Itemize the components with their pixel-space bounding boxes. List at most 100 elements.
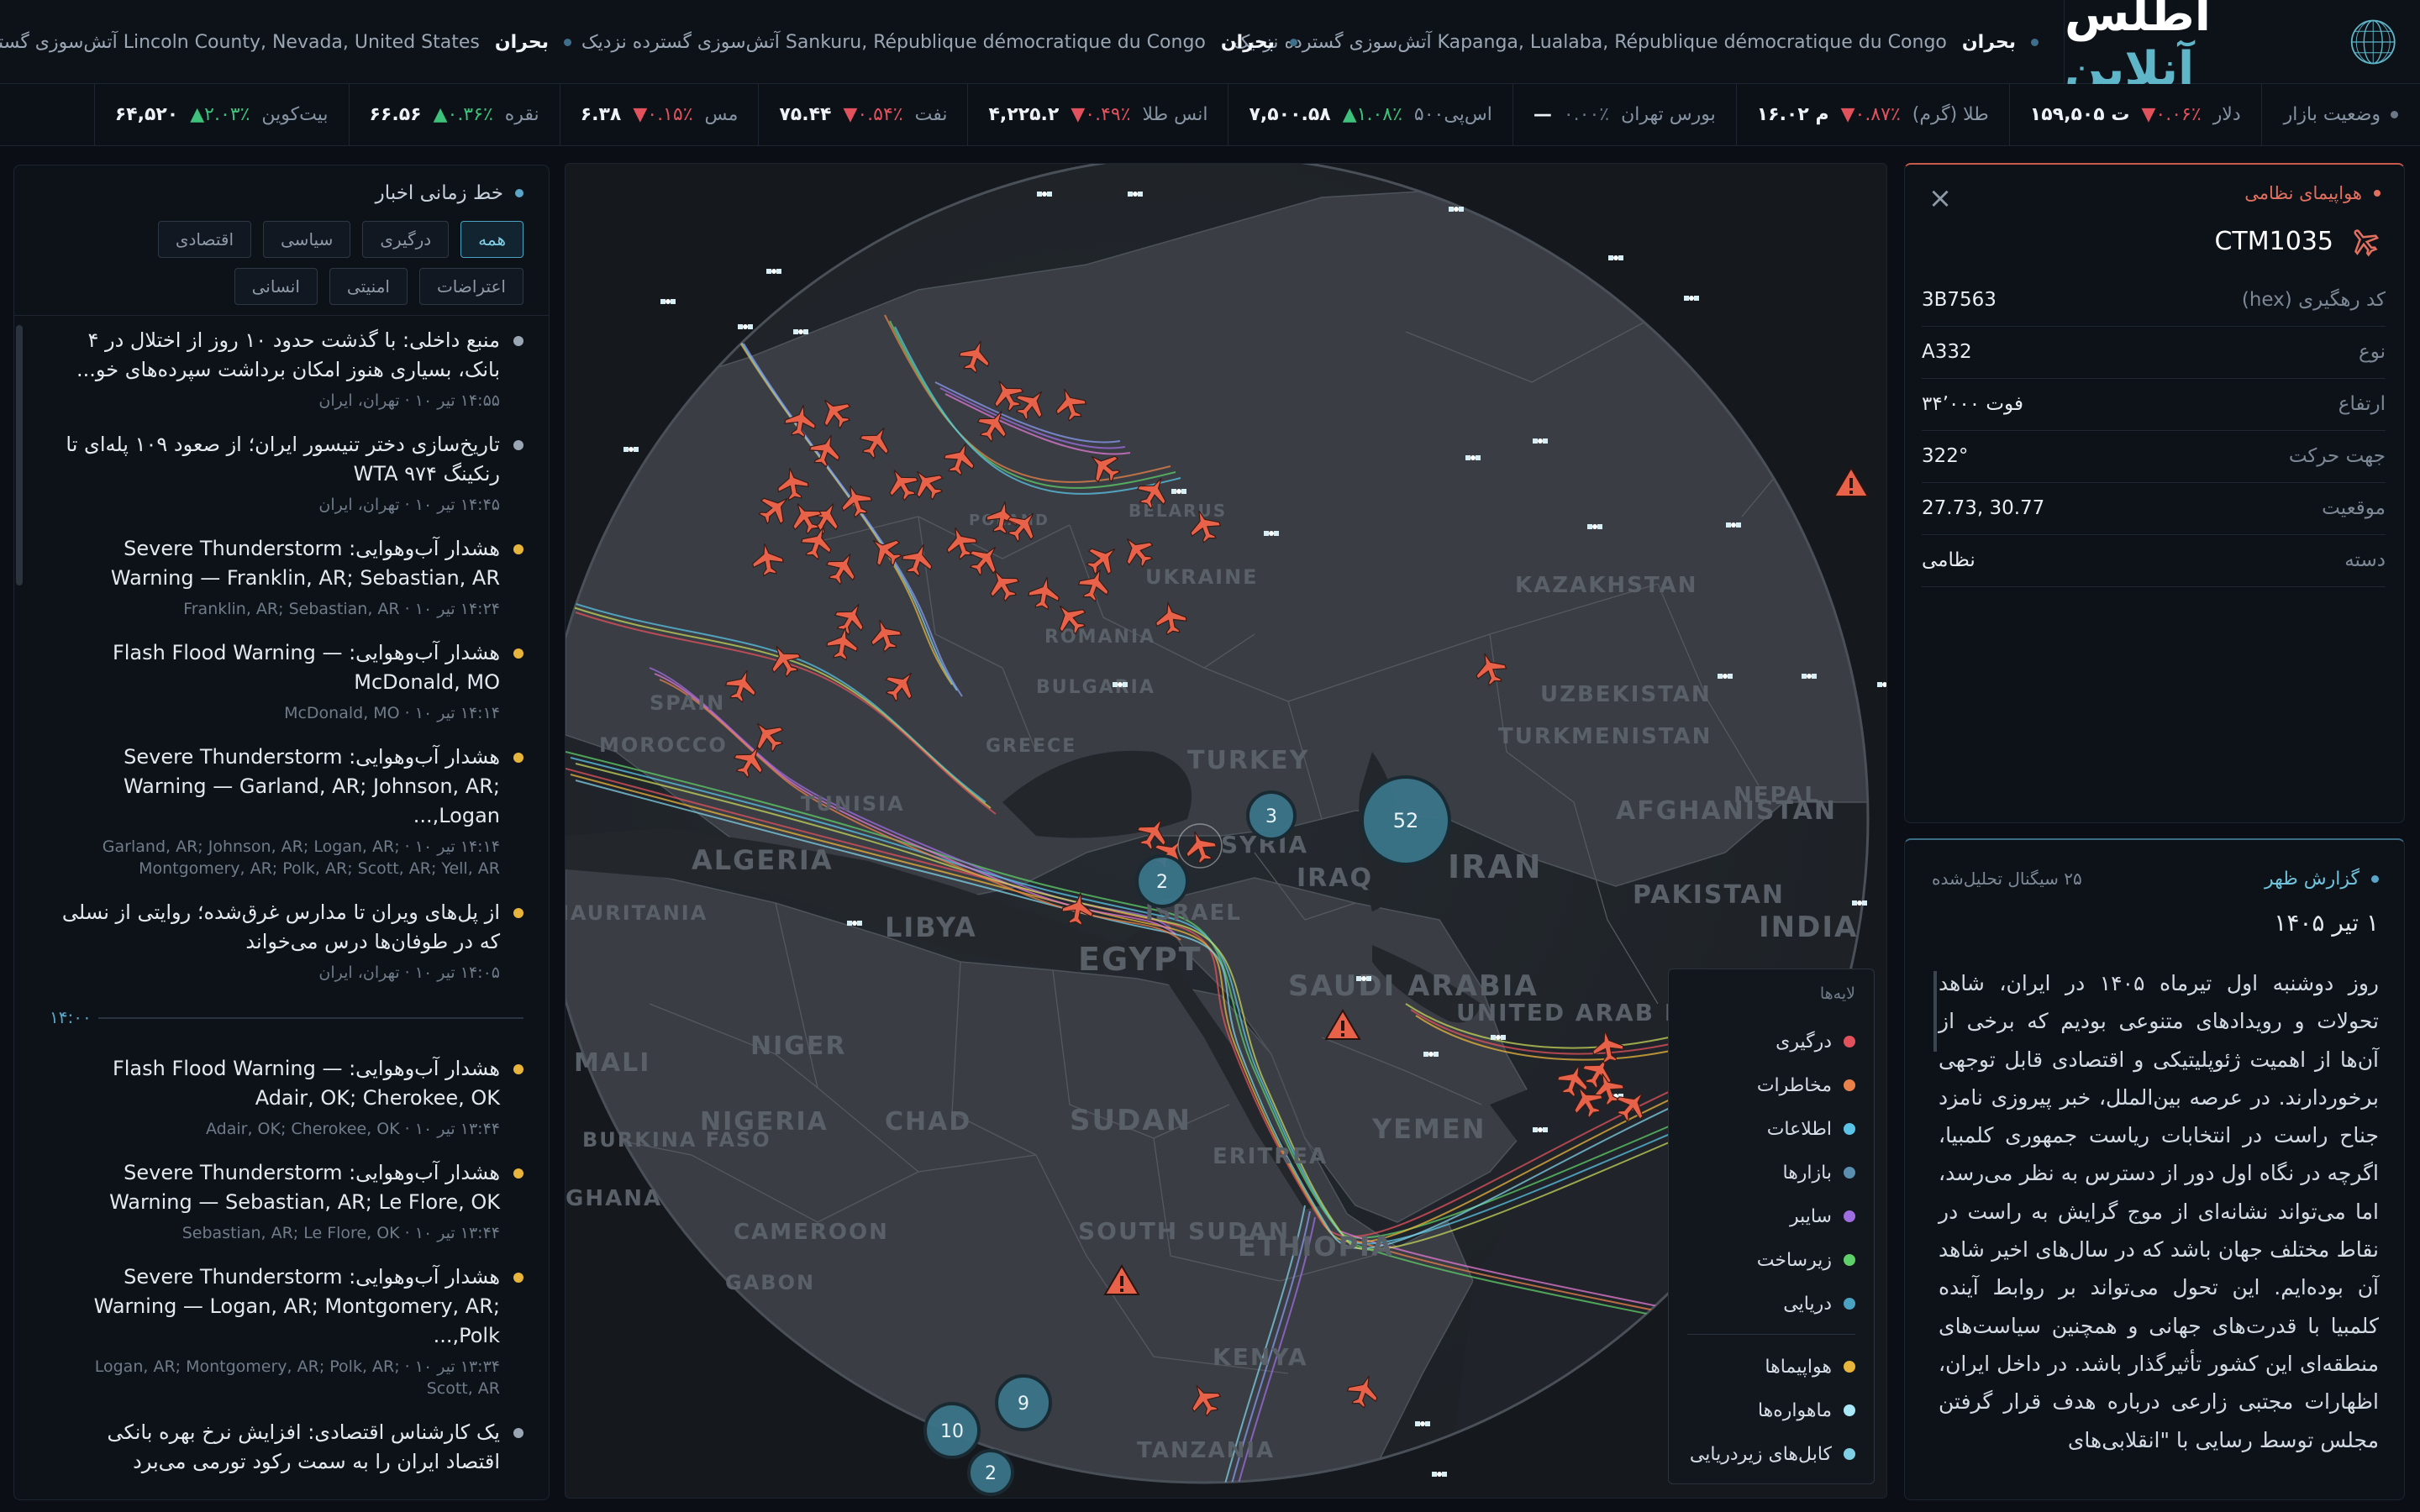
legend-item[interactable]: اطلاعات xyxy=(1687,1107,1855,1151)
detail-value: 27.73, 30.77 xyxy=(1922,482,2136,535)
event-cluster[interactable]: 52 xyxy=(1360,775,1451,866)
satellite-icon[interactable] xyxy=(1415,1421,1430,1426)
filter-button[interactable]: انسانی xyxy=(234,268,318,305)
market-item[interactable]: دلار ▼۰.۰۶٪ ۱۵۹,۵۰۵ ت xyxy=(2008,84,2261,145)
satellite-icon[interactable] xyxy=(1877,682,1887,687)
event-cluster[interactable]: 10 xyxy=(923,1402,981,1459)
satellite-icon[interactable] xyxy=(1449,207,1464,212)
market-item[interactable]: انس طلا ▼۰.۴۹٪ ۴,۲۲۵.۲ xyxy=(967,84,1228,145)
satellite-icon[interactable] xyxy=(1423,1052,1439,1057)
legend-item[interactable]: زیرساخت xyxy=(1687,1238,1855,1282)
news-item-title: هشدار آب‌وهوایی: Severe Thunderstorm War… xyxy=(123,745,500,827)
news-item[interactable]: تاریخ‌سازی دختر تنیسور ایران؛ از صعود ۱۰… xyxy=(14,420,549,524)
satellite-icon[interactable] xyxy=(1802,674,1817,679)
news-header: خط زمانی اخبار xyxy=(376,182,523,204)
filter-button[interactable]: اعتراضات xyxy=(418,268,523,305)
news-item-meta: ۱۴:۲۴ تیر ۱۰ · Franklin, AR; Sebastian, … xyxy=(183,600,500,618)
satellite-icon[interactable] xyxy=(1465,455,1481,460)
satellite-icon[interactable] xyxy=(1491,1035,1506,1040)
news-list[interactable]: منبع داخلی: با گذشت حدود ۱۰ روز از اختلا… xyxy=(14,315,549,1499)
market-item[interactable]: اس‌پی۵۰۰ ▲۱.۰۸٪ ۷,۵۰۰.۵۸ xyxy=(1228,84,1512,145)
satellite-icon[interactable] xyxy=(1533,1127,1548,1132)
event-cluster[interactable]: 2 xyxy=(967,1449,1014,1496)
legend-item[interactable]: بازارها xyxy=(1687,1151,1855,1194)
country-label: UKRAINE xyxy=(1145,565,1259,589)
news-bullet-icon xyxy=(513,1168,523,1179)
ticker-item[interactable]: آتش‌سوزی گسترده نزدیک Kapanga, Lualaba, … xyxy=(1234,0,2039,83)
detail-key: نوع xyxy=(2135,326,2386,379)
country-label: PAKISTAN xyxy=(1633,880,1785,910)
filter-button[interactable]: امنیتی xyxy=(329,268,408,305)
satellite-icon[interactable] xyxy=(1608,255,1623,260)
ticker-tag: بحران xyxy=(1220,31,1275,53)
filter-button[interactable]: درگیری xyxy=(362,221,450,258)
ticker-tag: بحران xyxy=(1961,31,2016,53)
close-icon[interactable]: × xyxy=(1923,181,1957,215)
satellite-icon[interactable] xyxy=(738,324,753,329)
filter-button[interactable]: همه xyxy=(460,221,523,258)
market-item[interactable]: بیت‌کوین ▲۲.۰۳٪ ۶۴,۵۲۰ xyxy=(93,84,349,145)
event-cluster[interactable]: 3 xyxy=(1246,790,1297,841)
market-item[interactable]: بورس تهران ۰.۰۰٪ — xyxy=(1512,84,1736,145)
satellite-icon[interactable] xyxy=(623,447,639,452)
news-header-dot-icon xyxy=(515,189,523,197)
globe-map[interactable]: BELARUSPOLANDUKRAINEROMANIABULGARIAGREEC… xyxy=(565,163,1887,1499)
satellite-icon[interactable] xyxy=(1264,531,1279,536)
globe-icon xyxy=(2350,19,2396,64)
legend-swatch xyxy=(1844,1123,1855,1135)
legend-item[interactable]: سایبر xyxy=(1687,1194,1855,1238)
satellite-icon[interactable] xyxy=(1587,524,1602,529)
satellite-icon[interactable] xyxy=(660,299,676,304)
news-item[interactable]: هشدار آب‌وهوایی: Flash Flood Warning — A… xyxy=(14,1044,549,1148)
news-item[interactable]: هشدار آب‌وهوایی: Severe Thunderstorm War… xyxy=(14,732,549,888)
legend-item[interactable]: درگیری xyxy=(1687,1020,1855,1063)
satellite-icon[interactable] xyxy=(1533,438,1548,444)
satellite-icon[interactable] xyxy=(1113,682,1128,687)
event-cluster[interactable]: 9 xyxy=(995,1374,1052,1431)
filter-button[interactable]: اقتصادی xyxy=(157,221,252,258)
news-item[interactable]: منبع داخلی: با گذشت حدود ۱۰ روز از اختلا… xyxy=(14,316,549,420)
event-cluster[interactable]: 2 xyxy=(1135,854,1189,908)
quote-bar xyxy=(1933,971,1937,1052)
filter-button[interactable]: سیاسی xyxy=(263,221,351,258)
market-item[interactable]: نفت ▼۰.۵۴٪ ۷۵.۴۴ xyxy=(758,84,967,145)
satellite-icon[interactable] xyxy=(1852,900,1867,906)
ticker-item[interactable]: آتش‌سوزی گسترده نزدیک Lincoln County, Ne… xyxy=(0,0,571,83)
crisis-ticker[interactable]: آتش‌سوزی گسترده نزدیک Kapanga, Lualaba, … xyxy=(0,0,2064,84)
ticker-item[interactable]: آتش‌سوزی گسترده نزدیک Sankuru, Républiqu… xyxy=(581,0,1297,83)
satellite-icon[interactable] xyxy=(766,269,781,274)
legend-item-label: دریایی xyxy=(1783,1293,1832,1315)
legend-item[interactable]: هواپیماها xyxy=(1687,1345,1855,1389)
news-item[interactable]: هشدار آب‌وهوایی: Severe Thunderstorm War… xyxy=(14,524,549,628)
brand-logo[interactable]: اطلس آنلاین xyxy=(2064,0,2420,97)
news-item[interactable]: یک کارشناس اقتصادی: افزایش نرخ بهره بانک… xyxy=(14,1408,549,1490)
warning-triangle-icon[interactable] xyxy=(1833,466,1870,497)
country-label: TANZANIA xyxy=(1137,1438,1275,1463)
country-label: KENYA xyxy=(1213,1343,1308,1371)
news-list-group: هشدار آب‌وهوایی: Flash Flood Warning — A… xyxy=(14,1044,549,1490)
market-item[interactable]: نقره ▲۰.۳۶٪ ۶۶.۵۶ xyxy=(348,84,560,145)
satellite-icon[interactable] xyxy=(1171,489,1186,494)
legend-item[interactable]: ماهواره‌ها xyxy=(1687,1389,1855,1432)
satellite-icon[interactable] xyxy=(847,921,862,926)
market-item[interactable]: طلا (گرم) ▼۰.۸۷٪ ۱۶.۰۲ م xyxy=(1735,84,2009,145)
news-scrollbar[interactable] xyxy=(16,325,23,585)
legend-item-label: اطلاعات xyxy=(1766,1118,1832,1140)
legend-item[interactable]: کابل‌های زیردریایی xyxy=(1687,1432,1855,1476)
news-item[interactable]: هشدار آب‌وهوایی: Flash Flood Warning — M… xyxy=(14,628,549,732)
satellite-icon[interactable] xyxy=(1432,1472,1447,1477)
satellite-icon[interactable] xyxy=(1726,522,1741,528)
satellite-icon[interactable] xyxy=(1128,192,1143,197)
news-item[interactable]: از پل‌های ویران تا مدارس غرق‌شده؛ روایتی… xyxy=(14,888,549,992)
news-item[interactable]: هشدار آب‌وهوایی: Severe Thunderstorm War… xyxy=(14,1148,549,1252)
satellite-icon[interactable] xyxy=(793,329,808,334)
legend-item[interactable]: دریایی xyxy=(1687,1282,1855,1326)
country-label: MAURITANIA xyxy=(566,901,708,925)
satellite-icon[interactable] xyxy=(1684,296,1699,301)
market-item[interactable]: مس ▼۰.۱۵٪ ۶.۳۸ xyxy=(559,84,759,145)
satellite-icon[interactable] xyxy=(1037,192,1052,197)
satellite-icon[interactable] xyxy=(1718,674,1733,679)
legend-item[interactable]: مخاطرات xyxy=(1687,1063,1855,1107)
satellite-icon[interactable] xyxy=(1356,976,1371,981)
news-item[interactable]: هشدار آب‌وهوایی: Severe Thunderstorm War… xyxy=(14,1252,549,1408)
